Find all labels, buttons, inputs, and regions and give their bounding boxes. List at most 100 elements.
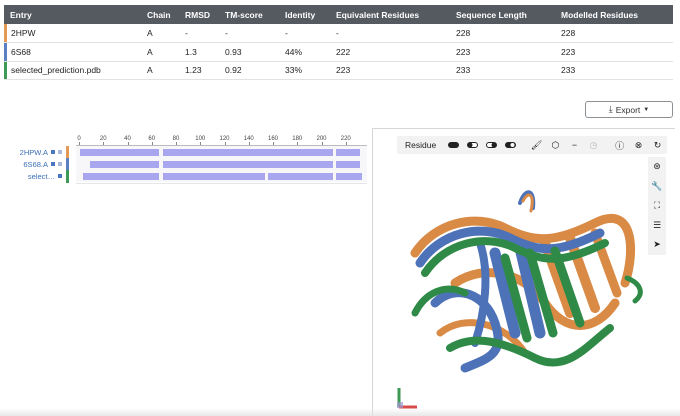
table-cell-entry: 2HPW <box>4 24 141 43</box>
ruler-tick <box>224 142 226 145</box>
table-row[interactable]: 6S68 A 1.3 0.93 44% 222 223 223 <box>4 42 673 62</box>
representation-label[interactable]: Residue <box>397 140 444 150</box>
ruler-tick-label: 100 <box>195 136 206 142</box>
protein-structure-render <box>410 190 643 373</box>
ruler-tick <box>345 142 347 145</box>
chevron-down-icon: ▼ <box>643 106 650 113</box>
table-cell-identity: 33% <box>279 61 330 80</box>
ruler-tick <box>273 142 274 145</box>
ruler-tick-label: 60 <box>148 136 156 142</box>
ruler-tick-label: 120 <box>219 136 230 142</box>
track-labels: 2HPW.A 6S68.A select… <box>0 146 66 182</box>
ruler-tick <box>321 142 323 145</box>
half-pill-alt-icon[interactable] <box>482 136 501 154</box>
close-icon[interactable]: ⊗ <box>629 136 648 154</box>
brush-icon[interactable]: 🖌 <box>527 136 546 154</box>
ruler-tick <box>176 142 177 145</box>
page-bottom-fade <box>0 408 680 416</box>
table-cell-seqlen: 223 <box>450 42 555 62</box>
col-header-tm-score[interactable]: TM-score <box>219 5 279 24</box>
export-label: Export <box>615 104 641 115</box>
table-cell-modelled: 233 <box>555 61 673 80</box>
track-label-row[interactable]: select… <box>0 170 66 182</box>
minus-icon[interactable]: − <box>565 136 584 154</box>
col-header-entry[interactable]: Entry <box>4 5 141 24</box>
entry-name: selected_prediction.pdb <box>11 65 101 76</box>
entry-color-swatch <box>4 61 7 79</box>
table-cell-chain: A <box>141 42 179 62</box>
col-header-equivalent-residues[interactable]: Equivalent Residues <box>330 5 450 24</box>
track-toggle-icon[interactable] <box>58 150 62 154</box>
alignment-frame <box>76 146 367 184</box>
target-icon[interactable]: ⊛ <box>648 157 666 177</box>
table-cell-equiv: 222 <box>330 42 450 62</box>
table-cell-seqlen: 233 <box>450 61 555 80</box>
pill-contrast-icon[interactable] <box>501 136 520 154</box>
table-cell-equiv: 223 <box>330 61 450 80</box>
col-header-chain[interactable]: Chain <box>141 5 179 24</box>
track-toggle-icon[interactable] <box>58 174 62 178</box>
ruler-tick <box>79 142 80 145</box>
ruler-tick <box>127 142 129 145</box>
table-cell-modelled: 223 <box>555 42 673 62</box>
track-label[interactable]: 6S68.A <box>23 160 48 169</box>
track-toggle-icon[interactable] <box>58 162 62 166</box>
table-cell-entry: 6S68 <box>4 42 141 62</box>
table-cell-tm: 0.92 <box>219 61 279 80</box>
track-label-row[interactable]: 6S68.A <box>0 158 66 170</box>
ruler-tick-label: 180 <box>292 136 303 142</box>
refresh-icon[interactable]: ↻ <box>648 136 667 154</box>
clock-icon[interactable]: ◷ <box>584 136 603 154</box>
results-table: Entry Chain RMSD TM-score Identity Equiv… <box>4 5 673 80</box>
table-cell-rmsd: 1.23 <box>179 61 219 80</box>
ruler-tick-label: 20 <box>99 136 107 142</box>
table-cell-modelled: 228 <box>555 24 673 43</box>
track-label-row[interactable]: 2HPW.A <box>0 146 66 158</box>
table-cell-identity: - <box>279 24 330 43</box>
table-row[interactable]: 2HPW A - - - -228 228 <box>4 24 673 43</box>
ruler-tick <box>248 142 250 145</box>
table-cell-identity: 44% <box>279 42 330 62</box>
col-header-identity[interactable]: Identity <box>279 5 330 24</box>
table-cell-chain: A <box>141 61 179 80</box>
help-icon[interactable]: ⓘ <box>610 136 629 154</box>
track-toggle-icon[interactable] <box>51 150 55 154</box>
ruler-tick-label: 80 <box>172 136 180 142</box>
sequence-alignment-viewer[interactable]: 0 20 40 60 80 100 120 140 160 180 200 220 2HPW.A 6S6… <box>0 133 367 185</box>
entry-name: 2HPW <box>11 28 36 38</box>
export-button[interactable]: ⤓ Export ▼ <box>585 101 673 118</box>
track-color-strip-selected <box>66 170 69 183</box>
ruler-tick-label: 140 <box>243 136 254 142</box>
ruler-tick <box>151 142 153 145</box>
table-header-row: Entry Chain RMSD TM-score Identity Equiv… <box>4 5 673 24</box>
half-pill-icon[interactable] <box>463 136 482 154</box>
table-cell-rmsd: - <box>179 24 219 43</box>
ruler-tick-label: 0 <box>77 136 81 142</box>
ruler-tick <box>297 142 299 145</box>
table-cell-chain: A <box>141 24 179 43</box>
ruler-tick-label: 160 <box>267 136 279 142</box>
track-color-strip-6s68 <box>66 158 69 170</box>
track-label[interactable]: 2HPW.A <box>20 148 48 157</box>
track-toggle-icon[interactable] <box>51 162 55 166</box>
col-header-sequence-length[interactable]: Sequence Length <box>450 5 555 24</box>
table-cell-equiv: - <box>330 24 450 43</box>
table-cell-tm: - <box>219 24 279 43</box>
track-label[interactable]: select… <box>28 172 55 181</box>
entry-color-swatch <box>4 24 7 42</box>
table-cell-tm: 0.93 <box>219 42 279 62</box>
table-cell-rmsd: 1.3 <box>179 42 219 62</box>
col-header-rmsd[interactable]: RMSD <box>179 5 219 24</box>
ruler-tick <box>200 142 202 145</box>
table-cell-seqlen: 228 <box>450 24 555 43</box>
ruler-tick-label: 220 <box>340 136 351 142</box>
cube-icon[interactable]: ⬡ <box>546 136 565 154</box>
sequence-ruler: 0 20 40 60 80 100 120 140 160 180 200 220 <box>76 136 367 146</box>
table-row[interactable]: selected_prediction.pdb A 1.23 0.92 33% 223 23… <box>4 61 673 80</box>
pill-dark-icon[interactable] <box>444 136 463 154</box>
download-icon: ⤓ <box>608 104 613 114</box>
track-color-strip-2hpw <box>66 146 69 158</box>
table-cell-entry: selected_prediction.pdb <box>4 61 141 80</box>
entry-name: 6S68 <box>11 46 31 57</box>
col-header-modelled-residues[interactable]: Modelled Residues <box>555 5 673 24</box>
